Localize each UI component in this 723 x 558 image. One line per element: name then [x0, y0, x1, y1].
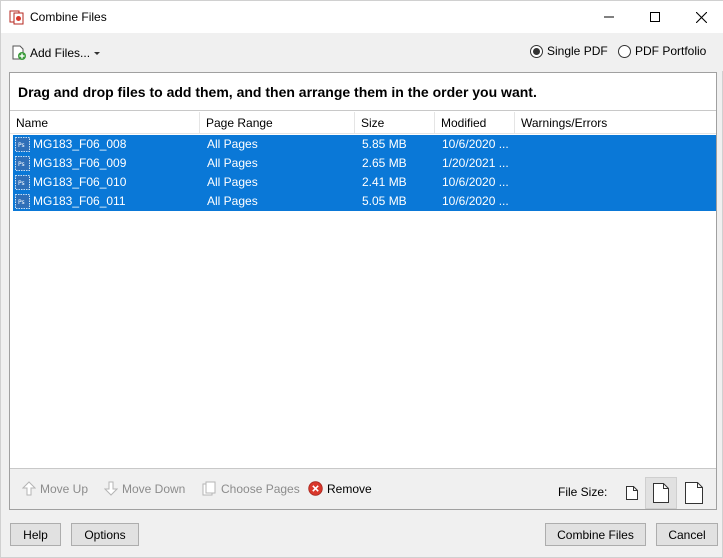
file-name: MG183_F06_008 [33, 137, 127, 151]
table-row[interactable]: Ps MG183_F06_008 All Pages 5.85 MB 10/6/… [13, 135, 716, 154]
file-page-range: All Pages [207, 194, 258, 208]
single-pdf-option[interactable]: Single PDF [530, 44, 608, 58]
svg-text:Ps: Ps [18, 199, 25, 206]
pdf-portfolio-label: PDF Portfolio [635, 44, 707, 58]
file-size-default-button[interactable] [645, 477, 677, 509]
image-file-icon: Ps [15, 194, 30, 209]
toolbar: Add Files... Single PDF PDF Portfolio [1, 33, 723, 71]
file-modified: 10/6/2020 ... [442, 175, 509, 189]
arrow-up-icon [22, 481, 36, 496]
table-row[interactable]: Ps MG183_F06_011 All Pages 5.05 MB 10/6/… [13, 192, 716, 211]
svg-text:Ps: Ps [18, 142, 25, 149]
maximize-icon [650, 12, 660, 22]
table-row[interactable]: Ps MG183_F06_009 All Pages 2.65 MB 1/20/… [13, 154, 716, 173]
instructions-banner: Drag and drop files to add them, and the… [10, 73, 716, 111]
file-size: 5.85 MB [362, 137, 407, 151]
image-file-icon: Ps [15, 175, 30, 190]
file-size: 5.05 MB [362, 194, 407, 208]
remove-label: Remove [327, 481, 372, 496]
small-page-icon [626, 486, 638, 500]
file-name: MG183_F06_011 [33, 194, 126, 208]
combine-files-button[interactable]: Combine Files [545, 523, 646, 546]
choose-pages-label: Choose Pages [221, 481, 300, 496]
close-button[interactable] [678, 1, 723, 33]
column-header-size[interactable]: Size [355, 112, 435, 134]
file-modified: 10/6/2020 ... [442, 137, 509, 151]
dropdown-arrow-icon [94, 52, 101, 55]
svg-text:Ps: Ps [18, 180, 25, 187]
file-list-panel: Drag and drop files to add them, and the… [9, 72, 717, 510]
move-down-label: Move Down [122, 481, 186, 496]
image-file-icon: Ps [15, 137, 30, 152]
remove-icon [308, 481, 323, 496]
options-button[interactable]: Options [71, 523, 139, 546]
combine-files-dialog: Combine Files Add Files... Single PDF PD… [0, 0, 723, 558]
add-files-icon [12, 45, 26, 60]
arrow-down-icon [104, 481, 118, 496]
move-up-button[interactable]: Move Up [22, 481, 88, 496]
add-files-button[interactable]: Add Files... [11, 44, 101, 62]
cancel-button[interactable]: Cancel [656, 523, 718, 546]
file-modified: 10/6/2020 ... [442, 194, 509, 208]
remove-button[interactable]: Remove [308, 481, 372, 496]
default-page-icon [653, 483, 669, 503]
move-up-label: Move Up [40, 481, 89, 496]
file-size: 2.65 MB [362, 156, 407, 170]
pdf-portfolio-option[interactable]: PDF Portfolio [618, 44, 706, 58]
file-page-range: All Pages [207, 156, 258, 170]
help-button[interactable]: Help [10, 523, 61, 546]
move-down-button[interactable]: Move Down [104, 481, 185, 496]
pdf-portfolio-radio[interactable] [618, 44, 631, 58]
file-size: 2.41 MB [362, 175, 407, 189]
file-page-range: All Pages [207, 137, 258, 151]
column-header-warnings[interactable]: Warnings/Errors [515, 112, 716, 134]
file-name: MG183_F06_010 [33, 175, 127, 189]
file-page-range: All Pages [207, 175, 258, 189]
file-size-large-button[interactable] [678, 477, 710, 509]
file-actions-bar: Move Up Move Down Choose Pages Remove Fi… [10, 468, 716, 509]
maximize-button[interactable] [632, 1, 678, 33]
drop-area[interactable] [10, 213, 716, 468]
title-bar: Combine Files [1, 1, 723, 33]
svg-text:Ps: Ps [18, 161, 25, 168]
column-header-page-range[interactable]: Page Range [200, 112, 355, 134]
choose-pages-button[interactable]: Choose Pages [202, 481, 300, 496]
single-pdf-label: Single PDF [547, 44, 608, 58]
column-header-name[interactable]: Name [10, 112, 200, 134]
image-file-icon: Ps [15, 156, 30, 171]
window-title: Combine Files [30, 10, 107, 24]
file-modified: 1/20/2021 ... [442, 156, 509, 170]
table-row[interactable]: Ps MG183_F06_010 All Pages 2.41 MB 10/6/… [13, 173, 716, 192]
large-page-icon [685, 482, 703, 504]
file-size-small-button[interactable] [616, 477, 648, 509]
file-name: MG183_F06_009 [33, 156, 127, 170]
acrobat-combine-icon [9, 9, 25, 25]
instructions-text: Drag and drop files to add them, and the… [18, 84, 537, 100]
table-header: Name Page Range Size Modified Warnings/E… [10, 112, 716, 134]
single-pdf-radio[interactable] [530, 44, 543, 58]
minimize-icon [604, 16, 614, 18]
file-size-label: File Size: [558, 485, 608, 499]
close-icon [695, 11, 707, 23]
pages-icon [202, 481, 216, 496]
add-files-label: Add Files... [30, 46, 91, 60]
column-header-modified[interactable]: Modified [435, 112, 515, 134]
minimize-button[interactable] [586, 1, 632, 33]
